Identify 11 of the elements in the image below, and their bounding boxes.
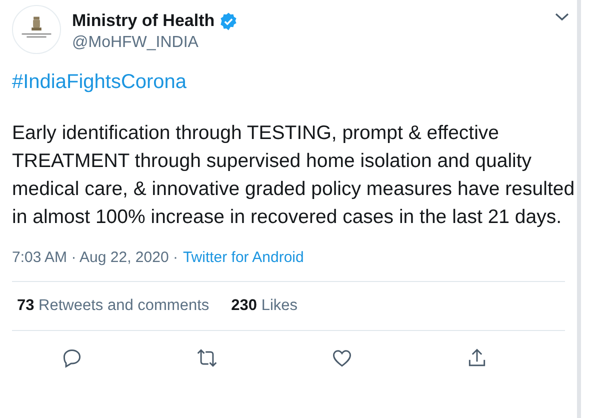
account-handle[interactable]: @MoHFW_INDIA	[72, 34, 544, 52]
tweet-text: Early identification through TESTING, prompt & effective TREATMENT through supervised home isolation and quality medical care, & innovative graded policy measures have resulted in almost 100% increase in recovered cases in the last 21 days.	[12, 121, 576, 230]
caret-icon[interactable]	[555, 13, 569, 21]
emblem-avatar-icon[interactable]	[12, 5, 61, 54]
timestamp: 7:03 AM · Aug 22, 2020 ·	[12, 249, 178, 266]
reply-icon[interactable]	[60, 347, 82, 369]
engagement-count[interactable]: 73 Retweets and comments	[17, 297, 210, 315]
heart-icon[interactable]	[330, 347, 352, 369]
retweet-icon[interactable]	[196, 347, 218, 369]
engagement-count[interactable]: 230 Likes	[231, 297, 298, 315]
account-name[interactable]: Ministry of Health	[72, 11, 215, 31]
